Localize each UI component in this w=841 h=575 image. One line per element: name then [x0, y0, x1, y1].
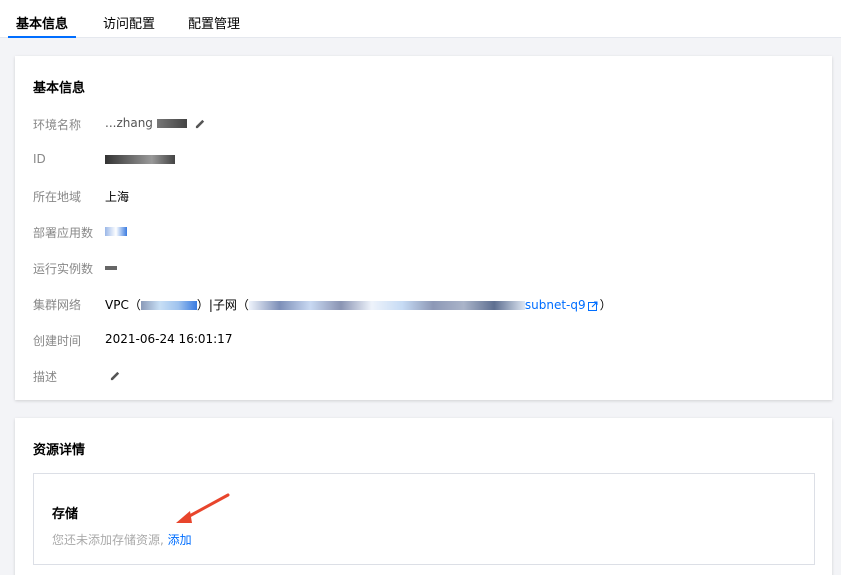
running-instances-label: 运行实例数: [33, 262, 94, 276]
annotation-arrow-icon: [176, 493, 230, 523]
env-name-value: ...zhang: [105, 116, 206, 130]
add-storage-link[interactable]: 添加: [168, 533, 192, 547]
tab-basic-info[interactable]: 基本信息: [16, 13, 68, 32]
tab-access-config[interactable]: 访问配置: [103, 13, 155, 32]
deployed-apps-redacted: [105, 227, 127, 236]
basic-info-card: 基本信息 环境名称 ...zhang ID 所在地域 上海 部署应用数 运行实例…: [15, 56, 832, 400]
region-label: 所在地域: [33, 190, 82, 204]
deployed-apps-label: 部署应用数: [33, 226, 94, 240]
subnet-redacted: [248, 301, 525, 310]
tab-config-management[interactable]: 配置管理: [188, 13, 240, 32]
running-instances-value: [105, 260, 117, 274]
storage-panel: 存储 您还未添加存储资源, 添加: [33, 473, 815, 565]
id-redacted: [105, 155, 175, 164]
external-link-icon[interactable]: [587, 301, 598, 311]
deployed-apps-value[interactable]: [105, 224, 127, 238]
active-tab-indicator: [8, 36, 76, 38]
network-end: ）: [599, 298, 612, 312]
id-value: [105, 152, 175, 166]
description-value: [110, 368, 121, 382]
running-instances-redacted: [105, 265, 117, 270]
description-label: 描述: [33, 370, 58, 384]
env-name-text: ...zhang: [105, 116, 153, 130]
basic-info-title: 基本信息: [33, 81, 86, 96]
edit-env-name-icon[interactable]: [195, 118, 206, 129]
subnet-link[interactable]: subnet-q9: [525, 298, 586, 312]
resource-details-title: 资源详情: [33, 443, 86, 458]
vpc-suffix: ）|子网（: [196, 298, 249, 312]
env-name-redacted: [156, 119, 187, 128]
created-time-value: 2021-06-24 16:01:17: [105, 332, 233, 346]
resource-details-card: 资源详情 存储 您还未添加存储资源, 添加: [15, 418, 832, 575]
edit-description-icon[interactable]: [110, 370, 121, 381]
storage-hint: 您还未添加存储资源, 添加: [52, 531, 192, 548]
vpc-link-redacted[interactable]: [140, 301, 197, 310]
cluster-network-label: 集群网络: [33, 298, 82, 312]
storage-title: 存储: [52, 507, 79, 522]
id-label: ID: [33, 152, 46, 166]
cluster-network-value: VPC（ ）|子网（ subnet-q9 ）: [105, 296, 612, 313]
storage-hint-text: 您还未添加存储资源,: [52, 533, 164, 547]
region-value: 上海: [105, 190, 130, 204]
vpc-prefix: VPC（: [105, 298, 141, 312]
env-name-label: 环境名称: [33, 118, 82, 132]
created-time-label: 创建时间: [33, 334, 82, 348]
tab-bar: 基本信息 访问配置 配置管理: [0, 0, 841, 38]
